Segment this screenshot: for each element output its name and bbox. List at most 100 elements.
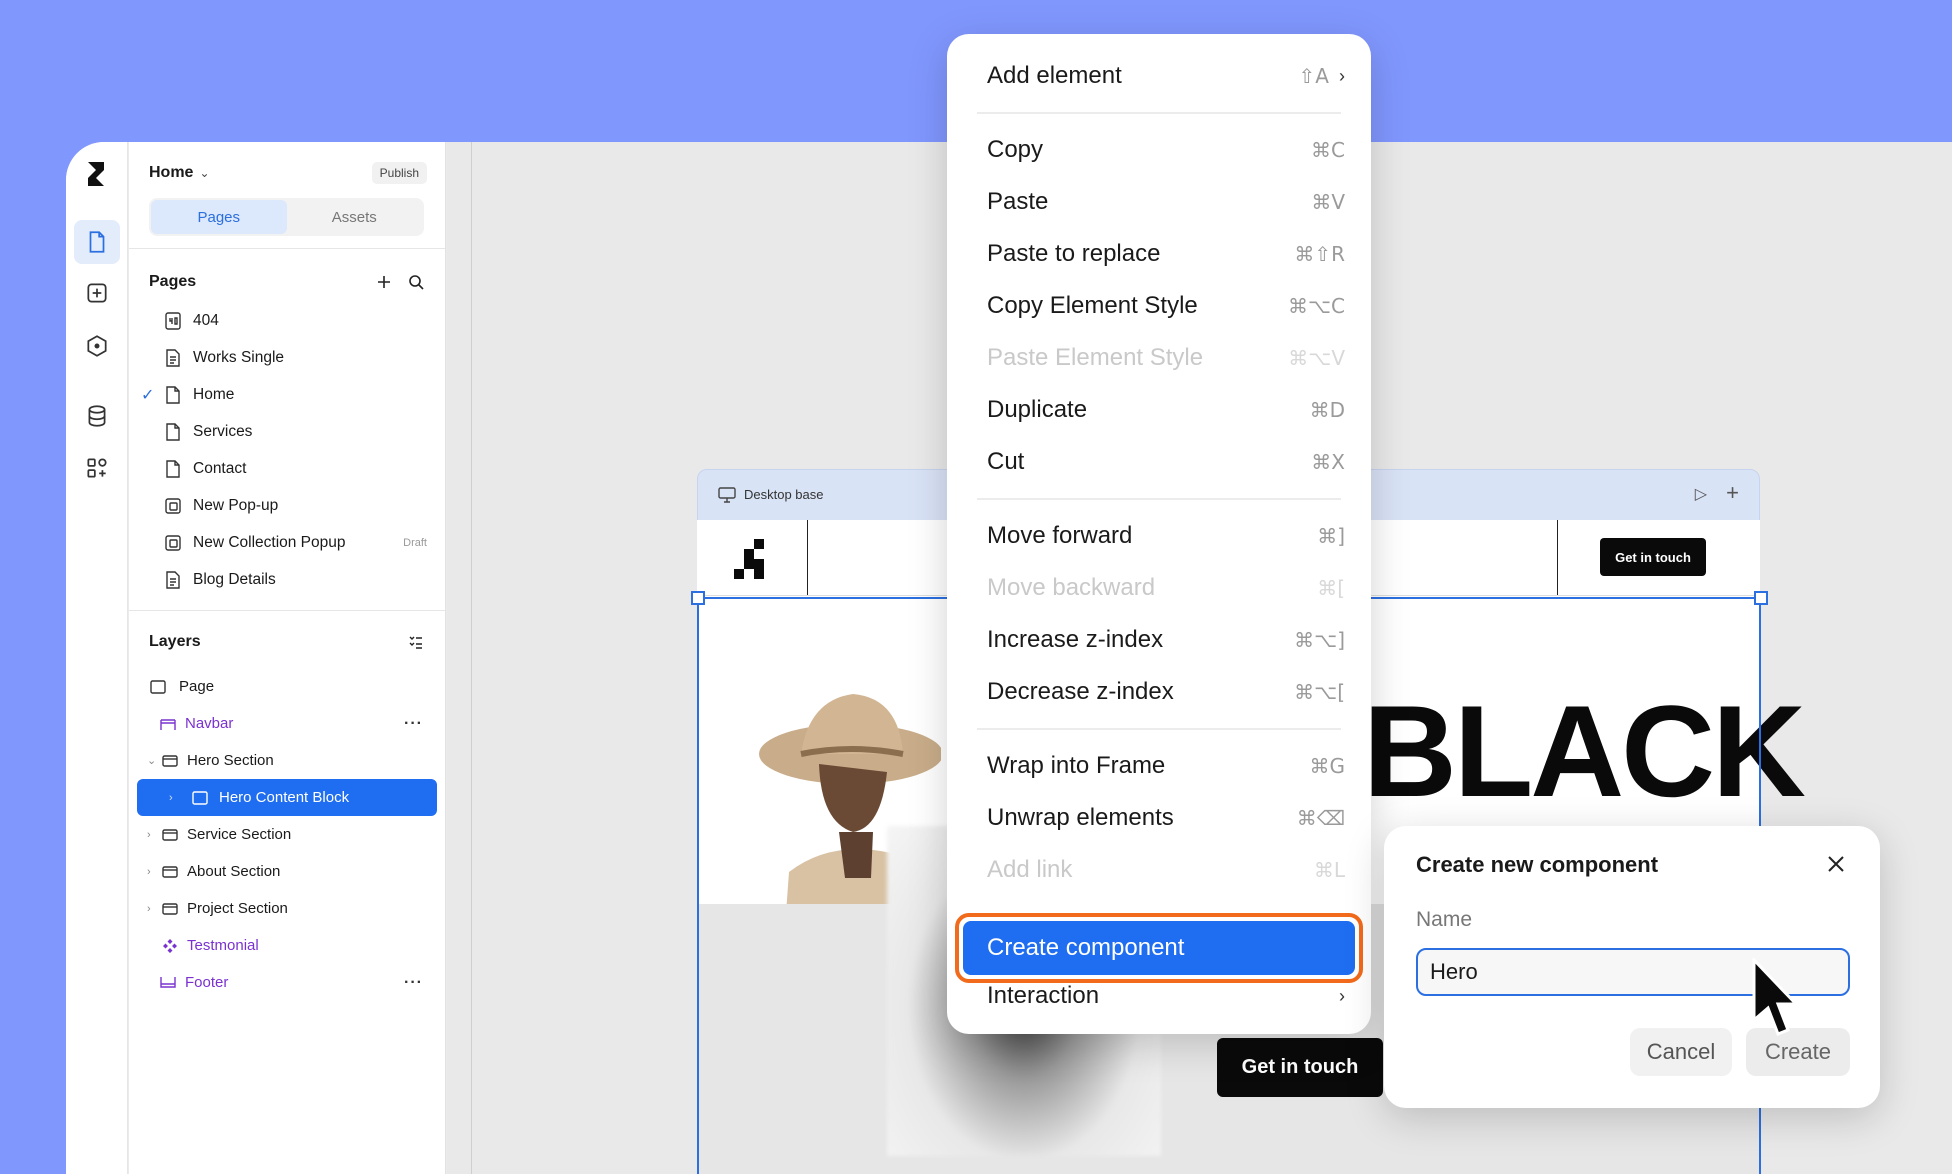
chevron-right-icon[interactable]: ›: [169, 792, 173, 804]
resize-handle[interactable]: [1754, 591, 1768, 605]
pages-section-title: Pages: [149, 273, 197, 290]
layers-collapse-icon[interactable]: [407, 633, 425, 651]
page-template-icon: [166, 570, 180, 589]
menu-item-cut[interactable]: Cut ⌘X: [987, 442, 1345, 482]
section-icon: [162, 754, 178, 767]
menu-item-move-forward[interactable]: Move forward ⌘]: [987, 516, 1345, 556]
page-item-works-single[interactable]: Works Single: [129, 339, 445, 376]
layer-testmonial[interactable]: Testmonial: [129, 927, 445, 964]
desktop-icon: [718, 487, 736, 503]
search-icon[interactable]: [407, 273, 425, 291]
layer-label: Hero Section: [187, 752, 274, 769]
nav-get-in-touch-button[interactable]: Get in touch: [1600, 538, 1706, 576]
layer-hero-section[interactable]: ⌄ Hero Section: [129, 742, 445, 779]
page-item-label: New Pop-up: [193, 496, 279, 514]
frame-icon: [192, 790, 208, 805]
panel-tabs: Pages Assets: [149, 198, 424, 236]
page-item-new-collection-popup[interactable]: New Collection Popup Draft: [129, 524, 445, 561]
shortcut-label: ⌘V: [1311, 190, 1345, 214]
hero-get-in-touch-button[interactable]: Get in touch: [1217, 1038, 1383, 1097]
layer-service-section[interactable]: › Service Section: [129, 816, 445, 853]
menu-item-label: Add element: [987, 62, 1122, 89]
page-item-home[interactable]: ✓ Home: [129, 376, 445, 413]
apps-button[interactable]: [74, 446, 120, 490]
chevron-right-icon[interactable]: ›: [147, 829, 151, 841]
more-options-icon[interactable]: ···: [404, 715, 423, 733]
layers-section-header: Layers: [149, 630, 425, 654]
shortcut-label: ⌘D: [1309, 398, 1345, 422]
current-page-title: Home: [149, 164, 194, 181]
page-item-404[interactable]: 404: [129, 302, 445, 339]
layer-navbar[interactable]: Navbar ···: [129, 705, 445, 742]
layers-section-title: Layers: [149, 633, 201, 650]
page-item-services[interactable]: Services: [129, 413, 445, 450]
more-options-icon[interactable]: ···: [404, 974, 423, 992]
menu-item-copy[interactable]: Copy ⌘C: [987, 130, 1345, 170]
menu-item-paste-element-style: Paste Element Style ⌘⌥V: [987, 338, 1345, 378]
nav-divider: [807, 520, 808, 595]
left-sidebar: Home ⌄ Publish Pages Assets Pages 404 Wo…: [129, 142, 446, 1174]
chevron-right-icon[interactable]: ›: [147, 903, 151, 915]
close-icon[interactable]: [1824, 852, 1848, 876]
popup-icon: [165, 497, 181, 514]
layer-page[interactable]: Page: [129, 668, 445, 705]
add-breakpoint-icon[interactable]: +: [1726, 480, 1739, 506]
page-item-new-popup[interactable]: New Pop-up: [129, 487, 445, 524]
name-label: Name: [1416, 908, 1473, 931]
layer-label: Footer: [185, 974, 229, 991]
frame-icon: [150, 679, 166, 694]
chevron-right-icon: ›: [1339, 65, 1345, 86]
play-icon[interactable]: ▷: [1695, 484, 1707, 504]
page-item-contact[interactable]: Contact: [129, 450, 445, 487]
pages-panel-button[interactable]: [74, 220, 120, 264]
pages-section-header: Pages: [149, 270, 425, 294]
page-404-icon: [165, 311, 181, 330]
tool-rail: [66, 142, 128, 1174]
add-page-icon[interactable]: [375, 273, 393, 291]
menu-item-label: Move backward: [987, 574, 1156, 601]
layer-about-section[interactable]: › About Section: [129, 853, 445, 890]
menu-item-label: Interaction: [987, 982, 1100, 1009]
menu-item-decrease-z-index[interactable]: Decrease z-index ⌘⌥[: [987, 672, 1345, 712]
shortcut-label: ⌘⌥]: [1294, 628, 1345, 652]
cancel-button[interactable]: Cancel: [1630, 1028, 1732, 1076]
layer-hero-content-block[interactable]: › Hero Content Block: [137, 779, 437, 816]
menu-item-add-element[interactable]: Add element ⇧A ›: [987, 56, 1345, 96]
components-button[interactable]: [74, 324, 120, 368]
guide-line: [471, 142, 472, 1174]
chevron-down-icon[interactable]: ⌄: [147, 754, 156, 767]
layer-label: Hero Content Block: [219, 789, 350, 806]
menu-item-increase-z-index[interactable]: Increase z-index ⌘⌥]: [987, 620, 1345, 660]
shortcut-label: ⌘]: [1317, 524, 1345, 548]
page-icon: [89, 231, 105, 253]
page-switcher[interactable]: Home ⌄ Publish: [149, 160, 427, 186]
shortcut-label: ⇧A: [1298, 64, 1329, 88]
menu-item-wrap-into-frame[interactable]: Wrap into Frame ⌘G: [987, 746, 1345, 786]
resize-handle[interactable]: [691, 591, 705, 605]
context-menu: Add element ⇧A › Copy ⌘C Paste ⌘V Paste to…: [947, 34, 1371, 1034]
menu-item-label: Paste: [987, 188, 1049, 215]
menu-item-paste-to-replace[interactable]: Paste to replace ⌘⇧R: [987, 234, 1345, 274]
shortcut-label: ⌘X: [1311, 450, 1345, 474]
menu-item-unwrap-elements[interactable]: Unwrap elements ⌘⌫: [987, 798, 1345, 838]
menu-item-duplicate[interactable]: Duplicate ⌘D: [987, 390, 1345, 430]
tab-assets[interactable]: Assets: [287, 200, 423, 234]
tab-pages[interactable]: Pages: [151, 200, 287, 234]
layer-footer[interactable]: Footer ···: [129, 964, 445, 1001]
cms-button[interactable]: [74, 394, 120, 438]
publish-button[interactable]: Publish: [371, 162, 427, 184]
menu-item-interaction[interactable]: Interaction ›: [987, 976, 1345, 1016]
add-element-button[interactable]: [74, 271, 120, 315]
menu-item-copy-element-style[interactable]: Copy Element Style ⌘⌥C: [987, 286, 1345, 326]
menu-item-create-component[interactable]: Create component: [963, 921, 1355, 975]
menu-item-paste[interactable]: Paste ⌘V: [987, 182, 1345, 222]
page-item-blog-details[interactable]: Blog Details: [129, 561, 445, 598]
layer-project-section[interactable]: › Project Section: [129, 890, 445, 927]
section-icon: [162, 828, 178, 841]
shortcut-label: ⌘⌥V: [1288, 346, 1345, 370]
chevron-right-icon[interactable]: ›: [147, 866, 151, 878]
frame-label: Desktop base: [744, 487, 824, 502]
layer-label: Navbar: [185, 715, 234, 732]
menu-separator: [977, 498, 1341, 500]
layer-label: Project Section: [187, 900, 288, 917]
